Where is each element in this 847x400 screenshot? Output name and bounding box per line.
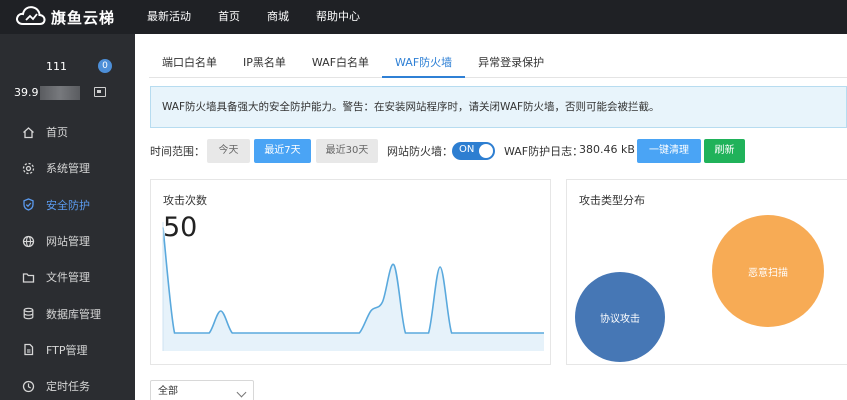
sidebar-item-cron[interactable]: 定时任务 <box>0 368 135 400</box>
clock-icon <box>22 380 35 393</box>
top-bar: 旗鱼云梯 最新活动 首页 商城 帮助中心 <box>0 0 847 34</box>
sidebar-menu: 首页 系统管理 安全防护 网站管理 文件管理 数据库管理 FTP管理 定时任务 <box>0 114 135 400</box>
attack-count-value: 50 <box>163 212 198 243</box>
tab-waf-whitelist[interactable]: WAF白名单 <box>299 48 382 78</box>
sidebar-item-label: 定时任务 <box>46 380 90 394</box>
tab-port-whitelist[interactable]: 端口白名单 <box>149 48 230 78</box>
sidebar-item-label: 安全防护 <box>46 198 90 212</box>
message-badge[interactable]: 0 <box>98 59 112 73</box>
filter-select[interactable]: 全部 <box>150 380 254 400</box>
nav-latest-activity[interactable]: 最新活动 <box>138 0 200 34</box>
nav-store[interactable]: 商城 <box>258 0 298 34</box>
refresh-button[interactable]: 刷新 <box>704 139 745 163</box>
sidebar-item-label: 数据库管理 <box>46 307 101 321</box>
bubble-malicious-scan[interactable]: 恶意扫描 <box>712 215 824 327</box>
tab-login-protection[interactable]: 异常登录保护 <box>465 48 557 78</box>
top-nav: 最新活动 首页 商城 帮助中心 <box>138 0 369 34</box>
sidebar-item-label: 文件管理 <box>46 271 90 285</box>
filter-selected-value: 全部 <box>158 386 178 397</box>
waf-toolbar: 时间范围： 今天 最近7天 最近30天 网站防火墙： ON WAF防护日志： 3… <box>150 138 847 164</box>
waf-log-size: 380.46 kB <box>579 143 635 156</box>
firewall-label: 网站防火墙： <box>387 145 453 158</box>
shield-icon <box>22 198 35 211</box>
sidebar: 111 0 39.9 首页 系统管理 安全防护 网站管理 文件管理 数据库管理 <box>0 34 135 400</box>
nav-help-center[interactable]: 帮助中心 <box>307 0 369 34</box>
sidebar-item-website[interactable]: 网站管理 <box>0 223 135 259</box>
sidebar-item-system[interactable]: 系统管理 <box>0 150 135 186</box>
sidebar-item-label: 系统管理 <box>46 162 90 176</box>
sidebar-item-files[interactable]: 文件管理 <box>0 259 135 295</box>
security-tabs: 端口白名单 IP黑名单 WAF白名单 WAF防火墙 异常登录保护 <box>149 48 847 78</box>
cloud-icon <box>14 3 48 32</box>
tab-waf-firewall[interactable]: WAF防火墙 <box>382 48 466 78</box>
sidebar-item-label: 首页 <box>46 126 68 140</box>
user-ip: 39.9 <box>14 86 39 99</box>
gear-icon <box>22 162 35 175</box>
brand-name: 旗鱼云梯 <box>51 8 116 27</box>
ip-redaction-mask <box>40 86 80 100</box>
chevron-down-icon <box>236 387 247 398</box>
sidebar-item-label: 网站管理 <box>46 235 90 249</box>
bubble-protocol-attack[interactable]: 协议攻击 <box>575 272 665 362</box>
attack-count-title: 攻击次数 <box>163 194 207 207</box>
toggle-state-text: ON <box>459 144 475 155</box>
ftp-icon <box>22 343 35 356</box>
globe-icon <box>22 235 35 248</box>
folder-icon <box>22 271 35 284</box>
last-7-days-button[interactable]: 最近7天 <box>254 139 311 163</box>
attack-type-title: 攻击类型分布 <box>579 194 645 207</box>
sidebar-item-ftp[interactable]: FTP管理 <box>0 332 135 368</box>
attack-count-chart <box>162 222 544 351</box>
sidebar-item-label: FTP管理 <box>46 343 88 357</box>
clear-log-button[interactable]: 一键清理 <box>637 139 701 163</box>
user-id: 111 <box>46 60 67 73</box>
sidebar-item-database[interactable]: 数据库管理 <box>0 295 135 331</box>
attack-type-card: 攻击类型分布 协议攻击 恶意扫描 <box>566 179 847 365</box>
nav-home[interactable]: 首页 <box>209 0 249 34</box>
tab-ip-blacklist[interactable]: IP黑名单 <box>230 48 299 78</box>
bubble-label: 协议攻击 <box>600 313 640 325</box>
time-range-label: 时间范围： <box>150 145 205 158</box>
id-card-icon[interactable] <box>94 87 106 97</box>
last-30-days-button[interactable]: 最近30天 <box>316 139 378 163</box>
sidebar-item-security[interactable]: 安全防护 <box>0 187 135 223</box>
brand-logo[interactable]: 旗鱼云梯 <box>14 4 115 30</box>
firewall-toggle[interactable]: ON <box>452 142 495 160</box>
attack-count-card: 攻击次数 50 <box>150 179 551 365</box>
waf-notice: WAF防火墙具备强大的安全防护能力。警告：在安装网站程序时，请关闭WAF防火墙，… <box>150 86 847 128</box>
waf-log-label: WAF防护日志： <box>504 145 584 158</box>
home-icon <box>22 126 35 139</box>
toggle-knob <box>479 144 493 158</box>
main-content: 端口白名单 IP黑名单 WAF白名单 WAF防火墙 异常登录保护 WAF防火墙具… <box>135 34 847 400</box>
database-icon <box>22 307 35 320</box>
today-button[interactable]: 今天 <box>207 139 250 163</box>
bubble-label: 恶意扫描 <box>748 267 788 279</box>
sidebar-item-home[interactable]: 首页 <box>0 114 135 150</box>
